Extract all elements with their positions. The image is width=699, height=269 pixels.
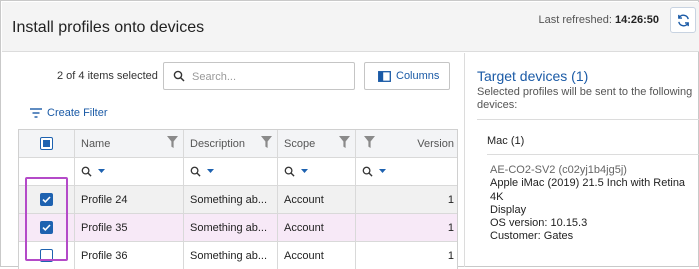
chevron-down-icon[interactable]: [98, 169, 105, 173]
cell-description: Something ab...: [184, 214, 278, 241]
target-devices-description: Selected profiles will be sent to the fo…: [477, 86, 693, 111]
chevron-down-icon[interactable]: [379, 169, 386, 173]
checkmark-icon: [42, 196, 51, 204]
row-name: Profile 35: [81, 222, 128, 234]
profiles-panel: 2 of 4 items selected Columns Create Fil…: [11, 53, 463, 269]
header-name[interactable]: Name: [75, 130, 184, 157]
row-description: Something ab...: [190, 250, 268, 262]
header-name-label: Name: [81, 138, 111, 150]
row-select-cell: [19, 242, 75, 269]
window: Install profiles onto devices Last refre…: [0, 0, 699, 269]
row-name: Profile 36: [81, 250, 128, 262]
header-scope-label: Scope: [284, 138, 316, 150]
filter-lines-icon: [30, 108, 42, 118]
cell-version: 1: [356, 214, 457, 241]
table-row[interactable]: Profile 36 Something ab... Account 1: [19, 242, 457, 269]
row-version: 1: [447, 250, 454, 262]
row-version: 1: [447, 222, 454, 234]
header-description[interactable]: Description: [184, 130, 278, 157]
cell-version: 1: [356, 242, 457, 269]
row-description: Something ab...: [190, 222, 268, 234]
funnel-icon[interactable]: [261, 136, 272, 148]
device-model-line1: Apple iMac (2019) 21.5 Inch with Retina …: [490, 177, 686, 203]
filter-version[interactable]: [356, 158, 457, 185]
funnel-icon[interactable]: [339, 136, 350, 148]
row-scope: Account: [284, 222, 324, 234]
select-all-cell: [19, 130, 75, 157]
row-checkbox[interactable]: [40, 249, 53, 262]
search-box[interactable]: [163, 62, 355, 90]
header-version[interactable]: Version: [356, 130, 457, 157]
search-icon: [190, 166, 201, 177]
last-refreshed-label: Last refreshed:: [538, 14, 612, 26]
target-devices-title: Target devices (1): [477, 68, 589, 84]
row-name: Profile 24: [81, 194, 128, 206]
refresh-icon: [677, 14, 689, 26]
cell-scope: Account: [278, 214, 356, 241]
profiles-table: Name Description Scope Version Profile 2…: [18, 129, 458, 269]
selection-count: 2 of 4 items selected: [57, 70, 158, 82]
cell-name: Profile 35: [75, 214, 184, 241]
table-filter-row: [19, 158, 457, 186]
filter-name[interactable]: [75, 158, 184, 185]
columns-button[interactable]: Columns: [364, 62, 450, 90]
device-group-label: Mac (1): [487, 135, 525, 147]
divider: [477, 119, 699, 120]
cell-name: Profile 24: [75, 186, 184, 213]
device-os: OS version: 10.15.3: [490, 217, 588, 230]
table-header-row: Name Description Scope Version: [19, 130, 457, 158]
cell-version: 1: [356, 186, 457, 213]
device-card: AE-CO2-SV2 (c02yj1b4jg5j) Apple iMac (20…: [490, 164, 699, 244]
device-model-line2: Display: [490, 203, 527, 216]
search-icon: [362, 166, 373, 177]
device-customer: Customer: Gates: [490, 230, 574, 243]
target-devices-panel: Target devices (1) Selected profiles wil…: [465, 53, 699, 267]
row-scope: Account: [284, 250, 324, 262]
header-version-label: Version: [417, 138, 454, 150]
chevron-down-icon[interactable]: [207, 169, 214, 173]
table-row[interactable]: Profile 24 Something ab... Account 1: [19, 186, 457, 214]
chevron-down-icon[interactable]: [301, 169, 308, 173]
funnel-icon[interactable]: [364, 136, 375, 148]
device-id: AE-CO2-SV2 (c02yj1b4jg5j): [490, 164, 627, 176]
columns-icon: [378, 71, 391, 82]
page-title: Install profiles onto devices: [12, 19, 205, 36]
table-row[interactable]: Profile 35 Something ab... Account 1: [19, 214, 457, 242]
row-scope: Account: [284, 194, 324, 206]
cell-description: Something ab...: [184, 186, 278, 213]
filter-description[interactable]: [184, 158, 278, 185]
row-description: Something ab...: [190, 194, 268, 206]
filter-cell-empty: [19, 158, 75, 185]
refresh-button[interactable]: [670, 7, 696, 33]
cell-scope: Account: [278, 242, 356, 269]
divider: [487, 154, 699, 155]
header-description-label: Description: [190, 138, 246, 150]
header-scope[interactable]: Scope: [278, 130, 356, 157]
row-select-cell: [19, 214, 75, 241]
select-all-checkbox[interactable]: [40, 137, 53, 150]
columns-label: Columns: [396, 70, 440, 82]
last-refreshed: Last refreshed: 14:26:50: [539, 14, 659, 26]
search-icon: [81, 166, 92, 177]
cell-description: Something ab...: [184, 242, 278, 269]
create-filter-label: Create Filter: [47, 107, 108, 119]
search-icon: [284, 166, 295, 177]
row-version: 1: [447, 194, 454, 206]
page-header: Install profiles onto devices Last refre…: [2, 2, 699, 52]
funnel-icon[interactable]: [167, 136, 178, 148]
row-select-cell: [19, 186, 75, 213]
last-refreshed-time: 14:26:50: [614, 14, 659, 26]
row-checkbox[interactable]: [40, 193, 53, 206]
cell-name: Profile 36: [75, 242, 184, 269]
cell-scope: Account: [278, 186, 356, 213]
row-checkbox[interactable]: [40, 221, 53, 234]
search-input[interactable]: [190, 68, 350, 85]
filter-scope[interactable]: [278, 158, 356, 185]
checkmark-icon: [42, 224, 51, 232]
search-icon: [173, 70, 185, 82]
